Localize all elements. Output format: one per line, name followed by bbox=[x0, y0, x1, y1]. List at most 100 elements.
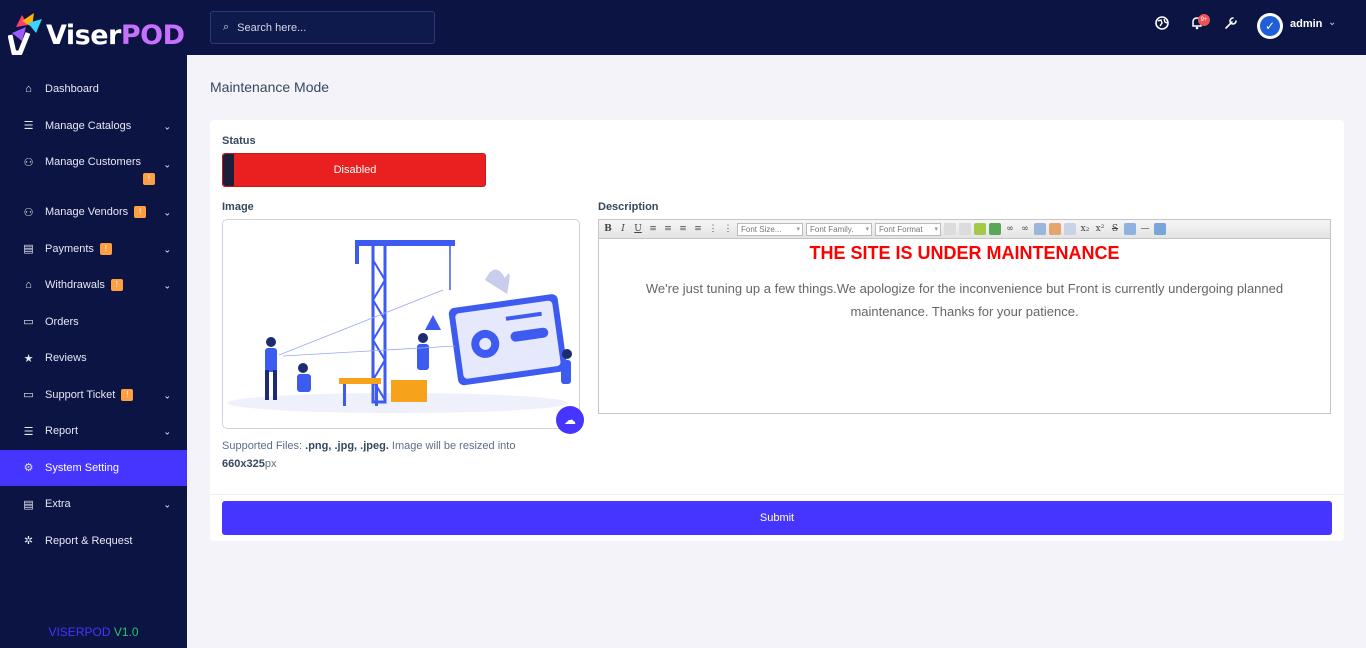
sidebar-item-manage-catalogs[interactable]: ☰ Manage Catalogs ⌄ bbox=[0, 108, 187, 145]
chevron-down-icon[interactable]: ⌄ bbox=[1328, 17, 1336, 28]
sidebar-item-report[interactable]: ☰ Report ⌄ bbox=[0, 413, 187, 450]
sidebar-item-support-ticket[interactable]: ▭ Support Ticket ! ⌄ bbox=[0, 377, 187, 414]
editor-toolbar: B I U ≡ ≡ ≡ ≡ ⋮ ⋮ Font Size... Font Fami… bbox=[599, 220, 1330, 239]
sidebar-item-extra[interactable]: ▤ Extra ⌄ bbox=[0, 486, 187, 523]
align-left-icon[interactable]: ≡ bbox=[647, 223, 659, 235]
brand-name: ViserPOD bbox=[46, 20, 185, 51]
search-icon: ⌕ bbox=[223, 21, 230, 33]
bank-icon: ⌂ bbox=[25, 279, 32, 292]
bug-icon: ✲ bbox=[23, 535, 34, 548]
sidebar-item-label: Dashboard bbox=[45, 83, 99, 96]
money-icon: ▭ bbox=[23, 316, 34, 329]
underline-icon[interactable]: U bbox=[632, 223, 644, 235]
search-box[interactable]: ⌕ bbox=[210, 11, 435, 44]
horizontal-rule-icon[interactable]: — bbox=[1139, 223, 1151, 235]
align-justify-icon[interactable]: ≡ bbox=[692, 223, 704, 235]
invoice-icon: ▤ bbox=[23, 243, 34, 256]
superscript-icon[interactable]: x² bbox=[1094, 223, 1106, 235]
sidebar-item-label: Report & Request bbox=[45, 534, 133, 547]
sidebar-item-manage-vendors[interactable]: ⚇ Manage Vendors ! ⌄ bbox=[0, 194, 187, 231]
editor-paragraph: We're just tuning up a few things.We apo… bbox=[645, 281, 1284, 319]
editor-heading: THE SITE IS UNDER MAINTENANCE bbox=[809, 243, 1120, 263]
sidebar-item-system-setting[interactable]: ⚙ System Setting bbox=[0, 449, 187, 486]
home-icon: ⌂ bbox=[25, 83, 32, 96]
chevron-down-icon: ⌄ bbox=[163, 280, 171, 291]
logo-mark-icon bbox=[8, 13, 42, 55]
sidebar-item-label: Withdrawals bbox=[45, 279, 105, 292]
bold-icon[interactable]: B bbox=[602, 223, 614, 235]
sidebar-item-withdrawals[interactable]: ⌂ Withdrawals ! ⌄ bbox=[0, 267, 187, 304]
description-label: Description bbox=[598, 201, 659, 213]
wrench-icon[interactable] bbox=[1222, 16, 1240, 34]
star-icon: ★ bbox=[23, 352, 34, 365]
chart-icon[interactable] bbox=[1064, 223, 1076, 235]
description-editor[interactable]: B I U ≡ ≡ ≡ ≡ ⋮ ⋮ Font Size... Font Fami… bbox=[598, 219, 1331, 414]
link-icon[interactable]: ∞ bbox=[1004, 223, 1016, 235]
avatar[interactable]: ✓ bbox=[1257, 13, 1283, 39]
vendors-icon: ⚇ bbox=[23, 206, 34, 219]
warning-badge: ! bbox=[99, 242, 112, 255]
sidebar-item-orders[interactable]: ▭ Orders bbox=[0, 304, 187, 341]
globe-icon[interactable] bbox=[1153, 16, 1171, 34]
align-right-icon[interactable]: ≡ bbox=[677, 223, 689, 235]
warning-badge: ! bbox=[143, 173, 155, 185]
font-size-select[interactable]: Font Size... bbox=[737, 222, 803, 236]
outdent-icon[interactable] bbox=[959, 223, 971, 235]
submit-button[interactable]: Submit bbox=[222, 501, 1332, 535]
sidebar-item-label: Manage Vendors bbox=[45, 206, 129, 219]
color-icon[interactable] bbox=[1049, 223, 1061, 235]
divider bbox=[210, 494, 1344, 495]
upload-cloud-icon[interactable]: ☁ bbox=[556, 406, 584, 434]
align-center-icon[interactable]: ≡ bbox=[662, 223, 674, 235]
search-input[interactable] bbox=[237, 21, 418, 34]
status-label: Status bbox=[222, 135, 256, 147]
sidebar-item-label: System Setting bbox=[45, 461, 119, 474]
font-family-select[interactable]: Font Family. bbox=[806, 222, 872, 236]
upload-icon[interactable] bbox=[989, 223, 1001, 235]
unlink-icon[interactable]: ∞ bbox=[1019, 223, 1031, 235]
ordered-list-icon[interactable]: ⋮ bbox=[707, 223, 719, 235]
chevron-down-icon: ⌄ bbox=[163, 426, 171, 437]
top-header: ⌕ 9+ ✓ admin ⌄ bbox=[187, 0, 1366, 55]
maintenance-illustration bbox=[228, 240, 572, 413]
image-preview bbox=[222, 219, 580, 429]
html-view-icon[interactable] bbox=[1154, 223, 1166, 235]
sidebar-item-dashboard[interactable]: ⌂ Dashboard bbox=[0, 71, 187, 108]
user-name[interactable]: admin bbox=[1290, 18, 1322, 30]
users-icon: ⚇ bbox=[23, 157, 34, 169]
chevron-down-icon: ⌄ bbox=[163, 207, 171, 218]
chevron-down-icon: ⌄ bbox=[163, 121, 171, 132]
remove-format-icon[interactable] bbox=[1124, 223, 1136, 235]
sidebar-item-label: Orders bbox=[45, 315, 79, 328]
font-format-select[interactable]: Font Format bbox=[875, 222, 941, 236]
subscript-icon[interactable]: x₂ bbox=[1079, 223, 1091, 235]
warning-badge: ! bbox=[110, 279, 123, 292]
indent-icon[interactable] bbox=[944, 223, 956, 235]
sidebar-item-manage-customers[interactable]: ⚇ Manage Customers ! ⌄ bbox=[0, 144, 187, 194]
warning-badge: ! bbox=[134, 206, 147, 219]
strikethrough-icon[interactable]: S bbox=[1109, 223, 1121, 235]
page-title: Maintenance Mode bbox=[210, 79, 330, 95]
brand-logo[interactable]: ViserPOD bbox=[8, 13, 185, 57]
maintenance-form-card: Status Disabled Image ☁ Supported Files:… bbox=[210, 120, 1344, 541]
list-icon: ☰ bbox=[23, 425, 34, 438]
sidebar-item-label: Report bbox=[45, 425, 79, 438]
chevron-down-icon: ⌄ bbox=[163, 499, 171, 510]
sidebar-item-label: Manage Catalogs bbox=[45, 119, 132, 132]
editor-content[interactable]: THE SITE IS UNDER MAINTENANCE We're just… bbox=[599, 239, 1330, 323]
italic-icon[interactable]: I bbox=[617, 223, 629, 235]
sidebar-item-label: Payments bbox=[45, 242, 94, 255]
warning-badge: ! bbox=[121, 388, 134, 401]
sidebar-item-payments[interactable]: ▤ Payments ! ⌄ bbox=[0, 231, 187, 268]
sidebar-item-label: Support Ticket bbox=[45, 388, 116, 401]
image-icon[interactable] bbox=[974, 223, 986, 235]
chevron-down-icon: ⌄ bbox=[163, 390, 171, 401]
sidebar-item-reviews[interactable]: ★ Reviews bbox=[0, 340, 187, 377]
unordered-list-icon[interactable]: ⋮ bbox=[722, 223, 734, 235]
supported-files-note: Supported Files: .png, .jpg, .jpeg. Imag… bbox=[222, 440, 516, 470]
status-toggle[interactable]: Disabled bbox=[222, 153, 486, 187]
sidebar: ViserPOD ⌂ Dashboard ☰ Manage Catalogs ⌄… bbox=[0, 0, 187, 648]
sidebar-item-report-request[interactable]: ✲ Report & Request bbox=[0, 523, 187, 560]
sidebar-item-label: Manage Customers bbox=[45, 156, 141, 168]
table-icon[interactable] bbox=[1034, 223, 1046, 235]
